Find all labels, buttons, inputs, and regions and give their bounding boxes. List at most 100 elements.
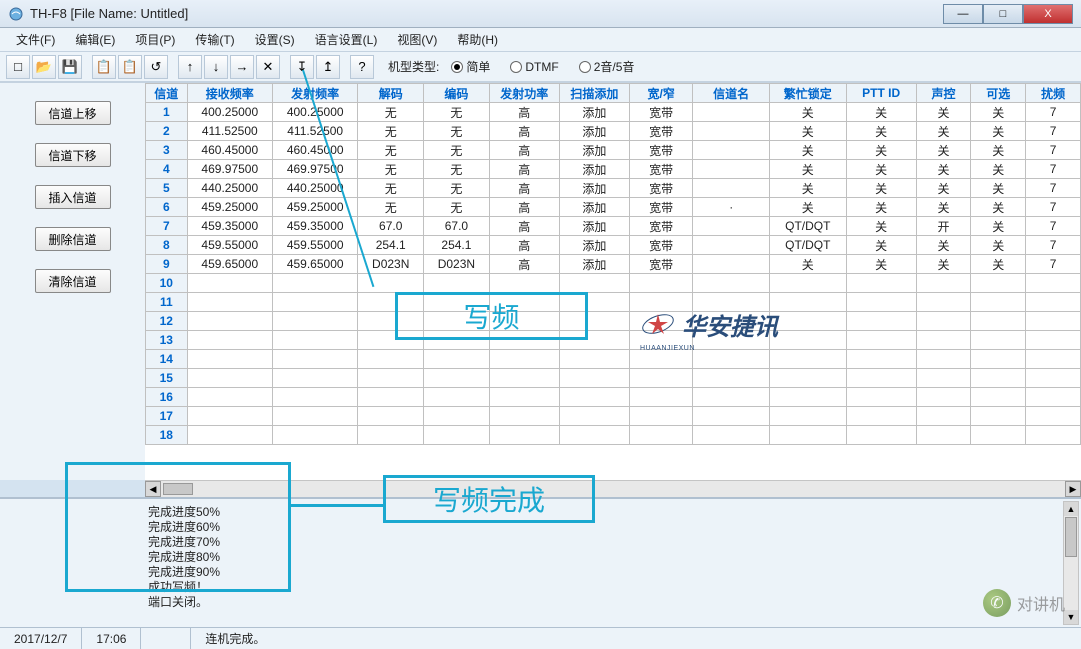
table-cell[interactable] [916, 388, 971, 407]
table-cell[interactable]: 469.97500 [187, 160, 272, 179]
table-cell[interactable] [187, 407, 272, 426]
table-row[interactable]: 16 [146, 388, 1081, 407]
table-cell[interactable]: 关 [971, 236, 1026, 255]
table-cell[interactable] [424, 293, 490, 312]
table-cell[interactable]: 关 [971, 141, 1026, 160]
scroll-thumb[interactable] [163, 483, 193, 495]
table-cell[interactable] [693, 388, 770, 407]
table-cell[interactable] [971, 331, 1026, 350]
table-cell[interactable]: 添加 [559, 255, 629, 274]
table-cell[interactable]: 高 [489, 141, 559, 160]
table-cell[interactable]: 5 [146, 179, 188, 198]
table-cell[interactable] [629, 369, 693, 388]
table-cell[interactable]: 宽带 [629, 236, 693, 255]
table-cell[interactable] [272, 388, 357, 407]
table-cell[interactable]: 14 [146, 350, 188, 369]
table-cell[interactable]: 关 [971, 103, 1026, 122]
table-cell[interactable] [770, 312, 847, 331]
table-cell[interactable]: 关 [846, 179, 916, 198]
table-cell[interactable]: 关 [916, 141, 971, 160]
scroll-up-arrow-icon[interactable]: ▲ [1064, 502, 1078, 516]
table-cell[interactable]: 关 [770, 198, 847, 217]
table-cell[interactable] [272, 274, 357, 293]
menu-file[interactable]: 文件(F) [6, 28, 65, 51]
table-cell[interactable] [971, 388, 1026, 407]
table-cell[interactable] [916, 407, 971, 426]
table-cell[interactable] [272, 293, 357, 312]
table-cell[interactable] [846, 331, 916, 350]
table-cell[interactable]: 关 [770, 103, 847, 122]
table-cell[interactable]: 无 [424, 141, 490, 160]
table-cell[interactable]: 459.35000 [272, 217, 357, 236]
table-cell[interactable]: 关 [770, 141, 847, 160]
table-cell[interactable]: 411.52500 [272, 122, 357, 141]
table-cell[interactable]: 3 [146, 141, 188, 160]
move-right-button[interactable]: → [230, 55, 254, 79]
table-cell[interactable] [1026, 407, 1081, 426]
table-cell[interactable] [693, 426, 770, 445]
table-cell[interactable] [187, 369, 272, 388]
column-header[interactable]: 宽/窄 [629, 84, 693, 103]
table-cell[interactable] [629, 331, 693, 350]
table-cell[interactable]: 459.25000 [187, 198, 272, 217]
column-header[interactable]: 繁忙锁定 [770, 84, 847, 103]
table-cell[interactable] [559, 388, 629, 407]
table-cell[interactable]: 关 [846, 122, 916, 141]
table-cell[interactable]: 关 [916, 179, 971, 198]
table-cell[interactable] [693, 179, 770, 198]
table-cell[interactable]: 关 [971, 255, 1026, 274]
table-cell[interactable] [424, 426, 490, 445]
table-cell[interactable] [1026, 312, 1081, 331]
table-cell[interactable]: 宽带 [629, 179, 693, 198]
scroll-right-arrow-icon[interactable]: ▶ [1065, 481, 1081, 497]
table-cell[interactable] [629, 426, 693, 445]
table-cell[interactable]: 关 [846, 103, 916, 122]
table-cell[interactable] [424, 312, 490, 331]
table-cell[interactable]: D023N [424, 255, 490, 274]
channel-delete-button[interactable]: 删除信道 [35, 227, 111, 251]
table-cell[interactable] [559, 426, 629, 445]
table-cell[interactable] [489, 312, 559, 331]
table-cell[interactable] [770, 407, 847, 426]
channel-move-down-button[interactable]: 信道下移 [35, 143, 111, 167]
menu-transfer[interactable]: 传输(T) [185, 28, 244, 51]
table-cell[interactable] [629, 312, 693, 331]
table-cell[interactable] [1026, 388, 1081, 407]
table-row[interactable]: 1400.25000400.25000无无高添加宽带关关关关7 [146, 103, 1081, 122]
table-cell[interactable] [629, 274, 693, 293]
table-cell[interactable] [693, 141, 770, 160]
log-vertical-scrollbar[interactable]: ▲ ▼ [1063, 501, 1079, 625]
table-cell[interactable] [559, 331, 629, 350]
close-button[interactable]: X [1023, 4, 1073, 24]
table-cell[interactable] [916, 369, 971, 388]
table-cell[interactable] [358, 331, 424, 350]
table-cell[interactable]: 宽带 [629, 160, 693, 179]
table-cell[interactable] [916, 426, 971, 445]
table-cell[interactable] [846, 312, 916, 331]
table-cell[interactable]: · [693, 198, 770, 217]
table-cell[interactable]: 添加 [559, 236, 629, 255]
radio-dtmf[interactable]: DTMF [510, 60, 558, 74]
table-cell[interactable] [693, 217, 770, 236]
column-header[interactable]: 发射频率 [272, 84, 357, 103]
table-cell[interactable]: 高 [489, 255, 559, 274]
table-cell[interactable]: 11 [146, 293, 188, 312]
minimize-button[interactable]: — [943, 4, 983, 24]
channel-table[interactable]: 信道接收频率发射频率解码编码发射功率扫描添加宽/窄信道名繁忙锁定PTT ID声控… [145, 83, 1081, 445]
table-cell[interactable] [770, 331, 847, 350]
table-cell[interactable]: 10 [146, 274, 188, 293]
table-cell[interactable] [272, 369, 357, 388]
table-cell[interactable]: 无 [424, 160, 490, 179]
table-cell[interactable] [971, 293, 1026, 312]
save-button[interactable]: 💾 [58, 55, 82, 79]
column-header[interactable]: 解码 [358, 84, 424, 103]
channel-insert-button[interactable]: 插入信道 [35, 185, 111, 209]
table-cell[interactable] [424, 388, 490, 407]
table-cell[interactable] [971, 274, 1026, 293]
table-cell[interactable]: 宽带 [629, 141, 693, 160]
table-cell[interactable]: 高 [489, 122, 559, 141]
menu-help[interactable]: 帮助(H) [447, 28, 508, 51]
table-cell[interactable] [559, 369, 629, 388]
table-cell[interactable]: 关 [971, 217, 1026, 236]
table-cell[interactable]: 459.65000 [272, 255, 357, 274]
